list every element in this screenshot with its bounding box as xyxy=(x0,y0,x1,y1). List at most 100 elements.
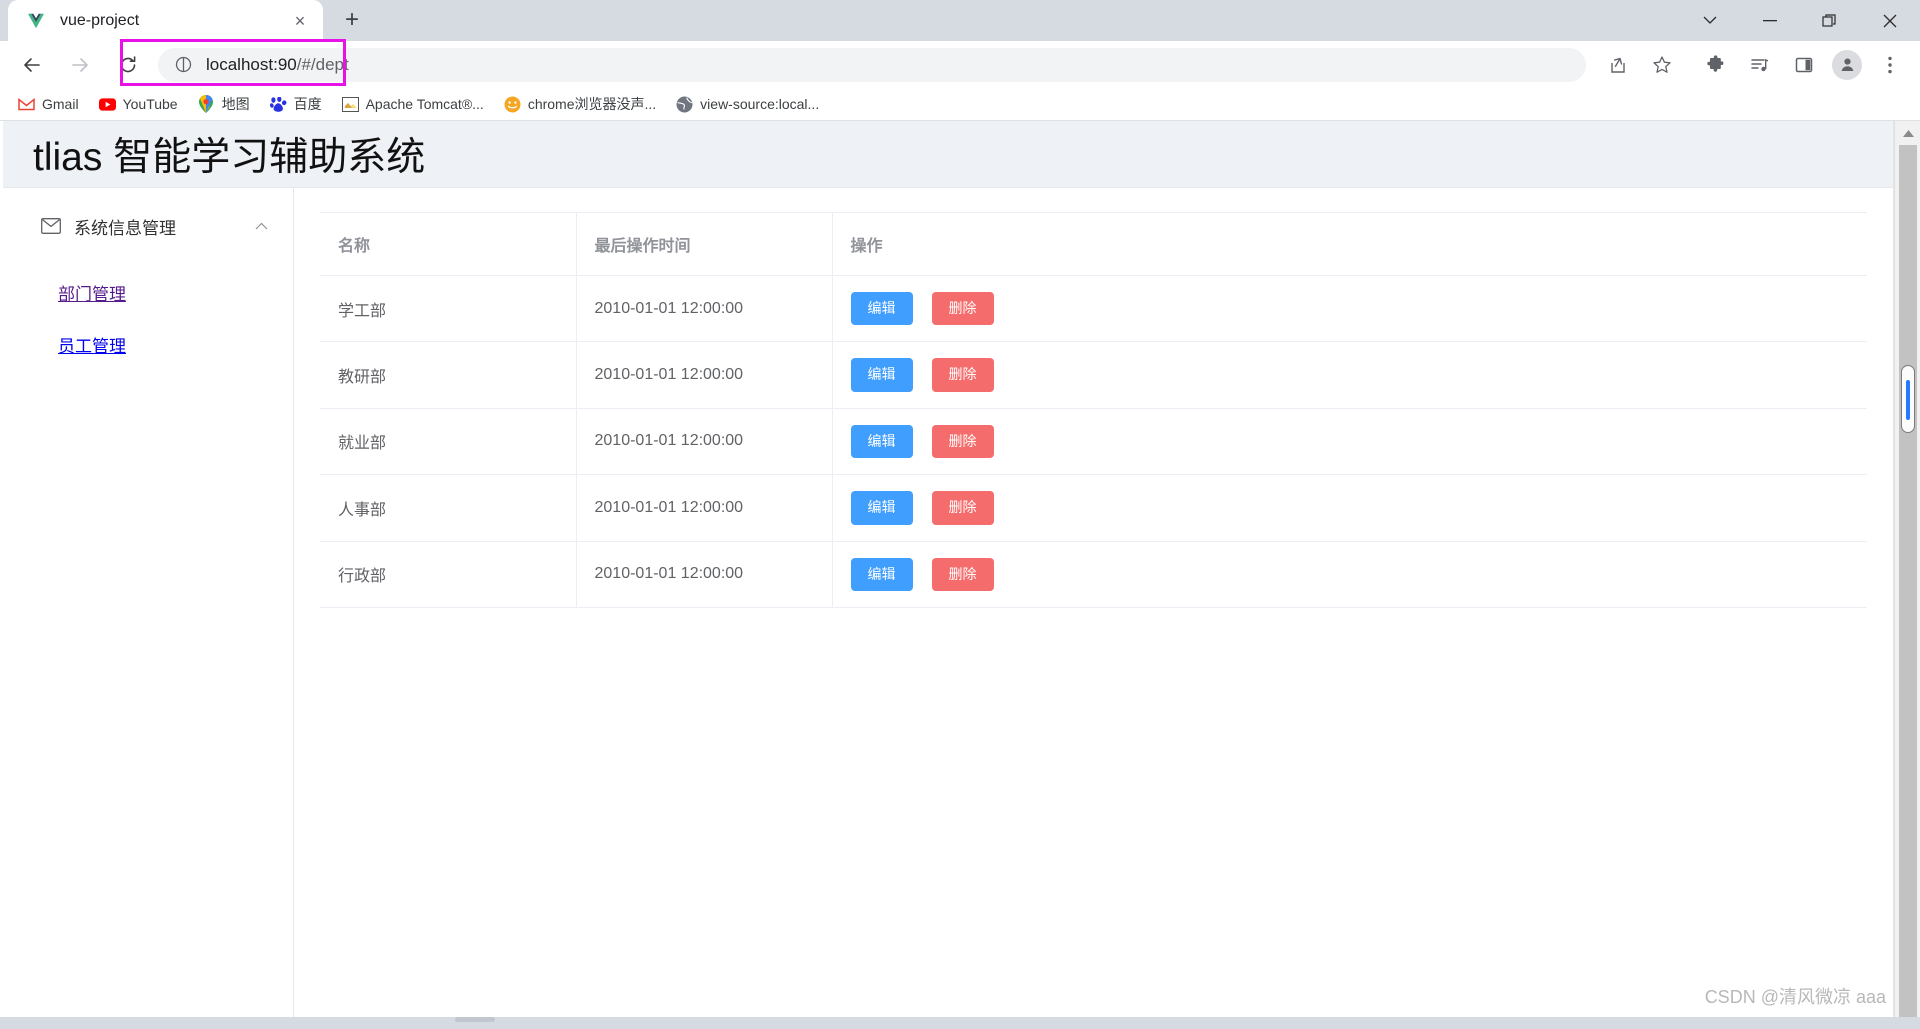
sidebar-item-label[interactable]: 部门管理 xyxy=(58,280,126,305)
tab-title: vue-project xyxy=(60,11,140,29)
table-row: 教研部 2010-01-01 12:00:00 编辑 删除 xyxy=(320,341,1867,409)
delete-button[interactable]: 删除 xyxy=(931,491,994,525)
bookmarks-bar: Gmail YouTube 地图 百度 Apache Tomcat®... ch… xyxy=(0,88,1920,121)
edit-button[interactable]: 编辑 xyxy=(850,424,913,459)
reload-button[interactable] xyxy=(110,47,146,83)
chevron-up-icon[interactable] xyxy=(253,222,269,230)
delete-button[interactable]: 删除 xyxy=(931,557,994,591)
bookmark-chrome-no-sound[interactable]: chrome浏览器没声... xyxy=(496,91,664,117)
bookmark-label: Gmail xyxy=(42,96,79,112)
bookmark-view-source[interactable]: view-source:local... xyxy=(668,91,827,117)
window-bottom-bar xyxy=(0,1017,1920,1029)
column-header-actions: 操作 xyxy=(832,212,1867,276)
tab-search-button[interactable] xyxy=(1680,0,1740,41)
browser-toolbar: localhost:90/#/dept xyxy=(0,41,1920,88)
bookmark-maps[interactable]: 地图 xyxy=(190,91,258,117)
envelope-icon xyxy=(40,215,62,237)
bookmark-label: view-source:local... xyxy=(700,96,820,112)
chrome-menu-icon[interactable] xyxy=(1872,47,1908,83)
scrollbar-thumb[interactable] xyxy=(1901,365,1915,433)
edit-button[interactable]: 编辑 xyxy=(850,557,913,591)
side-panel-icon[interactable] xyxy=(1786,47,1822,83)
table-row: 就业部 2010-01-01 12:00:00 编辑 删除 xyxy=(320,408,1867,476)
new-tab-button[interactable]: + xyxy=(333,1,371,39)
sidebar-item-label[interactable]: 员工管理 xyxy=(58,332,126,357)
table-body: 学工部 2010-01-01 12:00:00 编辑 删除 教研部 2010-01… xyxy=(320,275,1867,608)
bookmark-baidu[interactable]: 百度 xyxy=(262,91,330,117)
browser-tab-vue-project[interactable]: vue-project × xyxy=(8,0,323,41)
bookmark-label: 百度 xyxy=(293,96,322,112)
vue-logo-icon xyxy=(26,11,46,31)
table-row: 人事部 2010-01-01 12:00:00 编辑 删除 xyxy=(320,474,1867,542)
cell-actions: 编辑 删除 xyxy=(832,408,1867,476)
cell-dept-name: 教研部 xyxy=(320,341,577,409)
bottom-bar-nub xyxy=(455,1017,495,1022)
cell-last-op-time: 2010-01-01 12:00:00 xyxy=(576,474,833,542)
table-row: 行政部 2010-01-01 12:00:00 编辑 删除 xyxy=(320,541,1867,608)
main-content: 名称 最后操作时间 操作 学工部 2010-01-01 12:00:00 编辑 … xyxy=(294,188,1893,1028)
delete-button[interactable]: 删除 xyxy=(931,292,994,326)
table-header-row: 名称 最后操作时间 操作 xyxy=(320,212,1867,276)
app-body: 系统信息管理 部门管理 员工管理 名称 最后操作时间 操作 学工部 2010-0… xyxy=(0,188,1893,1028)
minimize-button[interactable] xyxy=(1740,0,1800,41)
column-header-last-op-time: 最后操作时间 xyxy=(576,212,833,276)
url-path: /#/dept xyxy=(296,54,349,74)
page-scrollbar[interactable] xyxy=(1894,121,1920,1029)
url-host: localhost:90 xyxy=(206,54,297,74)
page-viewport: tlias 智能学习辅助系统 系统信息管理 部门管理 员工管理 名称 最后操作时… xyxy=(0,121,1920,1029)
generic-site-icon xyxy=(504,96,521,113)
baidu-icon xyxy=(269,96,287,113)
edit-button[interactable]: 编辑 xyxy=(850,292,913,326)
bookmark-youtube[interactable]: YouTube xyxy=(91,91,186,117)
close-window-button[interactable] xyxy=(1860,0,1920,41)
browser-window: vue-project × + localhost:90/#/dept Gmai… xyxy=(0,0,1920,1029)
cell-last-op-time: 2010-01-01 12:00:00 xyxy=(576,341,833,409)
cell-dept-name: 就业部 xyxy=(320,408,577,476)
table-row: 学工部 2010-01-01 12:00:00 编辑 删除 xyxy=(320,275,1867,343)
bookmark-tomcat[interactable]: Apache Tomcat®... xyxy=(334,91,492,117)
cell-actions: 编辑 删除 xyxy=(832,541,1867,608)
web-page: tlias 智能学习辅助系统 系统信息管理 部门管理 员工管理 名称 最后操作时… xyxy=(0,121,1894,1029)
back-button[interactable] xyxy=(14,47,50,83)
edit-button[interactable]: 编辑 xyxy=(850,358,913,392)
sidebar-item-dept-management[interactable]: 部门管理 xyxy=(0,266,293,318)
delete-button[interactable]: 删除 xyxy=(931,358,994,392)
watermark: CSDN @清风微凉 aaa xyxy=(1704,987,1886,1007)
sidebar-item-emp-management[interactable]: 员工管理 xyxy=(0,318,293,370)
edit-button[interactable]: 编辑 xyxy=(850,491,913,525)
bookmark-star-icon[interactable] xyxy=(1644,47,1680,83)
window-controls xyxy=(1680,0,1920,41)
profile-avatar-icon[interactable] xyxy=(1832,49,1862,80)
dept-table: 名称 最后操作时间 操作 学工部 2010-01-01 12:00:00 编辑 … xyxy=(320,212,1867,608)
cell-last-op-time: 2010-01-01 12:00:00 xyxy=(576,541,833,608)
address-bar-url: localhost:90/#/dept xyxy=(206,55,349,75)
reading-list-icon[interactable] xyxy=(1742,47,1778,83)
gmail-icon xyxy=(18,96,35,113)
tab-strip: vue-project × + xyxy=(0,0,1920,41)
scrollbar-thumb-indicator xyxy=(1906,380,1910,420)
column-header-name: 名称 xyxy=(320,212,577,276)
sidebar-group-system-info[interactable]: 系统信息管理 xyxy=(0,204,293,248)
close-tab-icon[interactable]: × xyxy=(287,8,313,34)
cell-dept-name: 学工部 xyxy=(320,275,577,343)
cell-last-op-time: 2010-01-01 12:00:00 xyxy=(576,275,833,343)
scrollbar-track[interactable] xyxy=(1899,145,1917,1029)
extensions-puzzle-icon[interactable] xyxy=(1698,47,1734,83)
google-maps-icon xyxy=(198,95,215,113)
bookmark-label: YouTube xyxy=(122,96,178,112)
scroll-up-arrow-icon[interactable] xyxy=(1895,121,1920,145)
table-head: 名称 最后操作时间 操作 xyxy=(320,212,1867,276)
bookmark-gmail[interactable]: Gmail xyxy=(10,91,87,117)
toolbar-actions xyxy=(1596,47,1912,83)
share-icon[interactable] xyxy=(1600,47,1636,83)
cell-dept-name: 行政部 xyxy=(320,541,577,608)
bookmark-label: 地图 xyxy=(221,96,250,112)
app-header: tlias 智能学习辅助系统 xyxy=(0,121,1893,188)
delete-button[interactable]: 删除 xyxy=(931,424,994,459)
address-bar[interactable]: localhost:90/#/dept xyxy=(158,47,1586,82)
info-circle-icon[interactable] xyxy=(172,54,194,76)
maximize-button[interactable] xyxy=(1800,0,1860,41)
forward-button[interactable] xyxy=(62,47,98,83)
cell-actions: 编辑 删除 xyxy=(832,474,1867,542)
tomcat-icon xyxy=(341,96,359,113)
